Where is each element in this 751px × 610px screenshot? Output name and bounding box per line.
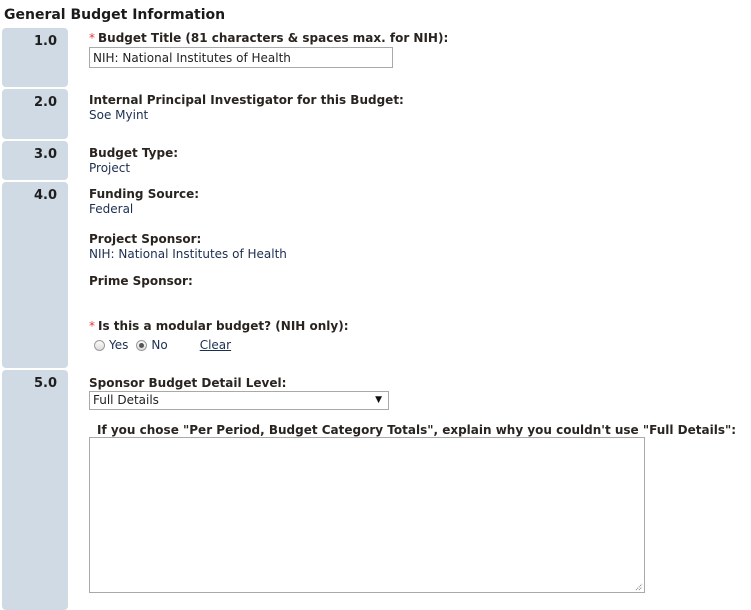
principal-investigator-label: Internal Principal Investigator for this…	[89, 93, 404, 107]
section-number-1: 1.0	[2, 28, 68, 87]
modular-budget-field: * Is this a modular budget? (NIH only):	[89, 319, 349, 334]
modular-no-label[interactable]: No	[151, 338, 167, 352]
explain-label: If you chose "Per Period, Budget Categor…	[97, 423, 737, 437]
budget-title-input[interactable]	[89, 47, 393, 68]
funding-source-label: Funding Source:	[89, 187, 200, 201]
modular-budget-label: * Is this a modular budget? (NIH only):	[89, 319, 349, 333]
dropdown-arrow-icon: ▼	[375, 395, 382, 405]
funding-source-value: Federal	[89, 202, 134, 216]
clear-link[interactable]: Clear	[200, 338, 231, 352]
section-number-5: 5.0	[2, 370, 68, 610]
budget-type-label: Budget Type:	[89, 146, 179, 160]
budget-title-label: * Budget Title (81 characters & spaces ma…	[89, 31, 449, 45]
project-sponsor-field: Project Sponsor: NIH: National Institute…	[89, 232, 287, 262]
modular-budget-radio-group: Yes No Clear	[94, 338, 231, 352]
detail-level-label: Sponsor Budget Detail Level:	[89, 376, 287, 390]
principal-investigator-value: Soe Myint	[89, 108, 149, 122]
budget-title-field: * Budget Title (81 characters & spaces ma…	[89, 31, 448, 46]
detail-level-selected: Full Details	[93, 393, 159, 407]
section-number-2: 2.0	[2, 89, 68, 139]
principal-investigator-field: Internal Principal Investigator for this…	[89, 93, 404, 123]
project-sponsor-label: Project Sponsor:	[89, 232, 202, 246]
modular-yes-radio[interactable]	[94, 339, 105, 351]
explain-textarea[interactable]	[89, 437, 645, 593]
section-number-4: 4.0	[2, 182, 68, 368]
section-title: General Budget Information	[4, 7, 226, 23]
prime-sponsor-field: Prime Sponsor:	[89, 274, 193, 289]
budget-type-field: Budget Type: Project	[89, 146, 178, 176]
detail-level-field: Sponsor Budget Detail Level:	[89, 376, 286, 391]
section-number-3: 3.0	[2, 141, 68, 180]
project-sponsor-value: NIH: National Institutes of Health	[89, 247, 287, 261]
prime-sponsor-label: Prime Sponsor:	[89, 274, 193, 288]
modular-yes-label[interactable]: Yes	[109, 338, 128, 352]
required-mark: *	[89, 31, 95, 45]
required-mark: *	[89, 319, 95, 333]
detail-level-select[interactable]: Full Details ▼	[89, 391, 389, 410]
budget-type-value: Project	[89, 161, 131, 175]
resize-grip-icon[interactable]	[635, 583, 643, 591]
explain-field: If you chose "Per Period, Budget Categor…	[97, 423, 736, 438]
funding-source-field: Funding Source: Federal	[89, 187, 199, 217]
modular-no-radio[interactable]	[136, 339, 148, 351]
